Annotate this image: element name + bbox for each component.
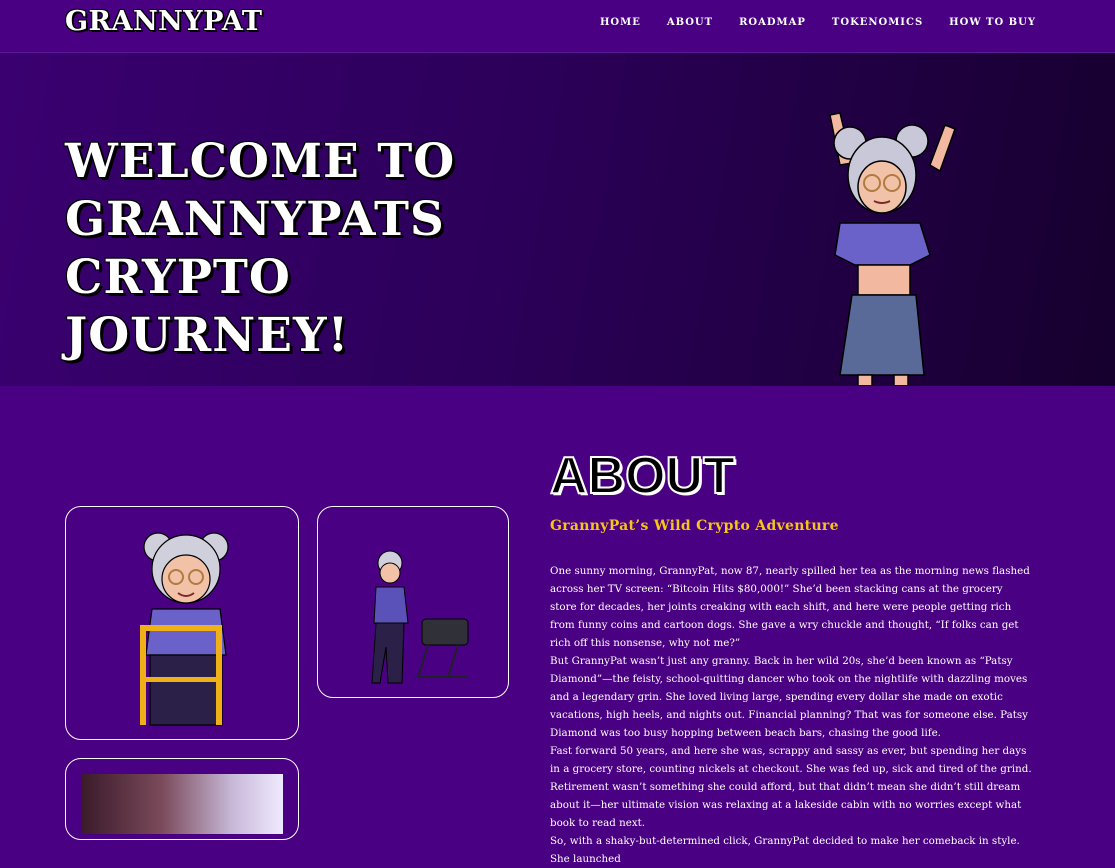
hero-section: WELCOME TO GRANNYPATS CRYPTO JOURNEY! (0, 53, 1115, 386)
nav-link-how-to-buy[interactable]: HOW TO BUY (949, 17, 1036, 28)
video-thumbnail[interactable] (81, 774, 283, 834)
nav-link-tokenomics[interactable]: TOKENOMICS (832, 17, 923, 28)
grannypat-shopping-cart-card (317, 506, 509, 698)
about-paragraph: Fast forward 50 years, and here she was,… (550, 745, 1032, 829)
hero-title: WELCOME TO GRANNYPATS CRYPTO JOURNEY! (65, 133, 525, 365)
about-heading: ABOUT (549, 446, 736, 506)
about-paragraph: But GrannyPat wasn’t just any granny. Ba… (550, 655, 1028, 739)
about-paragraph: So, with a shaky-but-determined click, G… (550, 835, 1020, 865)
site-logo[interactable]: GRANNYPAT (65, 6, 262, 37)
about-subtitle: GrannyPat’s Wild Crypto Adventure (550, 518, 839, 534)
hero-title-line: GRANNYPATS (65, 192, 445, 247)
nav-links: HOME ABOUT ROADMAP TOKENOMICS HOW TO BUY (600, 17, 1036, 28)
hero-title-line: WELCOME TO (65, 134, 456, 189)
about-body: One sunny morning, GrannyPat, now 87, ne… (550, 562, 1032, 868)
about-paragraph: One sunny morning, GrannyPat, now 87, ne… (550, 565, 1030, 649)
grannypat-dancing-illustration (829, 112, 956, 385)
grannypat-walker-card (65, 506, 299, 740)
video-card[interactable] (65, 758, 299, 840)
hero-title-line: JOURNEY! (65, 308, 350, 363)
grannypat-walker-illustration (140, 532, 229, 726)
hero-title-line: CRYPTO (65, 250, 291, 305)
grannypat-shopping-cart-illustration (371, 550, 469, 684)
nav-link-home[interactable]: HOME (600, 17, 641, 28)
nav-link-roadmap[interactable]: ROADMAP (739, 17, 806, 28)
nav-link-about[interactable]: ABOUT (667, 17, 713, 28)
top-navbar: GRANNYPAT HOME ABOUT ROADMAP TOKENOMICS … (0, 0, 1115, 53)
